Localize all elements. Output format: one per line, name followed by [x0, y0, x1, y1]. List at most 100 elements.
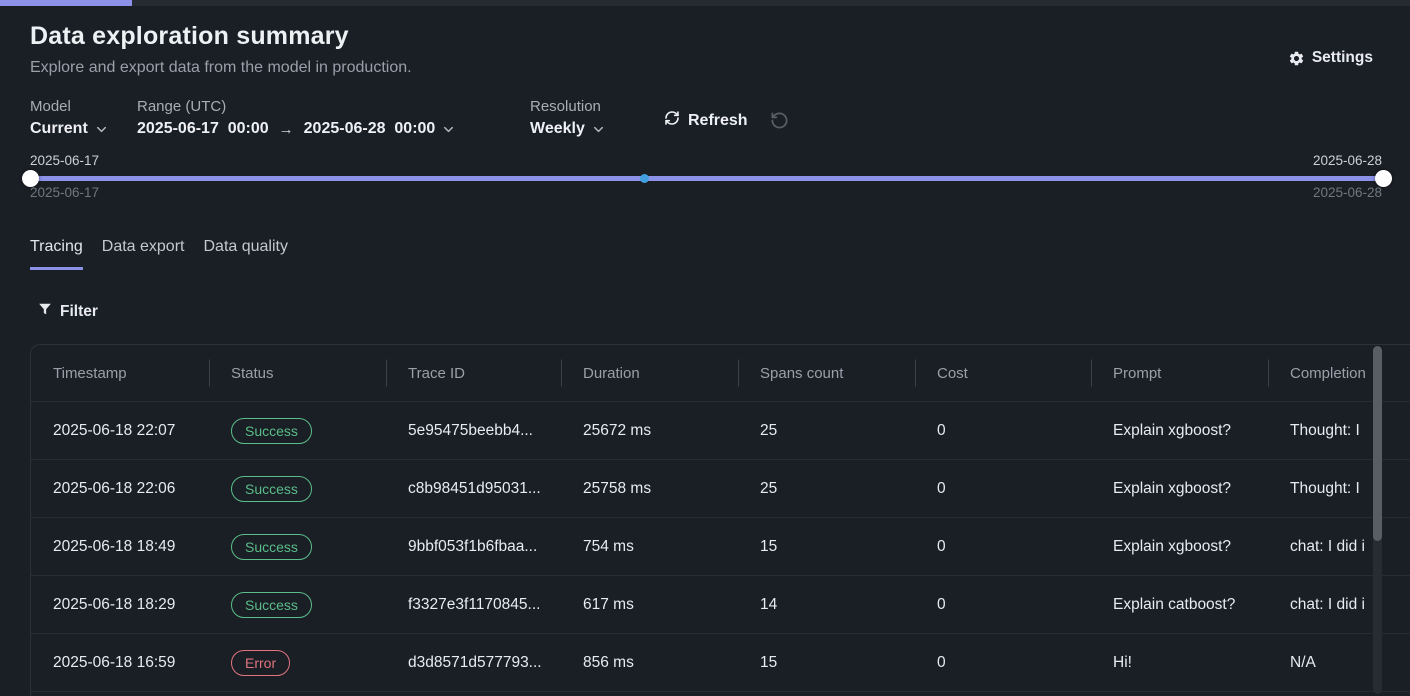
cell-trace-id: d3d8571d577793...	[386, 654, 561, 672]
page-subtitle: Explore and export data from the model i…	[30, 59, 412, 77]
tab-bar: Tracing Data export Data quality	[30, 238, 288, 270]
model-select[interactable]: Current	[30, 120, 109, 138]
traces-table: Timestamp Status Trace ID Duration Spans…	[30, 344, 1410, 696]
cell-timestamp: 2025-06-18 22:06	[31, 480, 209, 498]
slider-start-label-bottom: 2025-06-17	[30, 185, 99, 200]
refresh-button[interactable]: Refresh	[664, 110, 748, 131]
cell-trace-id: f3327e3f1170845...	[386, 596, 561, 614]
status-badge: Success	[231, 476, 312, 502]
filter-toggle[interactable]: Filter	[38, 302, 98, 321]
cell-cost: 0	[915, 596, 1091, 614]
column-header-duration[interactable]: Duration	[561, 345, 738, 401]
slider-track[interactable]	[30, 176, 1383, 181]
table-row[interactable]: 2025-06-18 22:07 Success 5e95475beebb4..…	[31, 401, 1410, 459]
range-start-value: 2025-06-17 00:00	[137, 120, 269, 138]
cell-trace-id: c8b98451d95031...	[386, 480, 561, 498]
cell-completion: chat: I did i	[1268, 596, 1410, 614]
tab-data-quality[interactable]: Data quality	[203, 238, 288, 270]
cell-status: Error	[209, 650, 386, 676]
cell-spans-count: 25	[738, 422, 915, 440]
page-title: Data exploration summary	[30, 22, 349, 51]
column-header-status[interactable]: Status	[209, 345, 386, 401]
cell-spans-count: 14	[738, 596, 915, 614]
range-control: Range (UTC) 2025-06-17 00:00 → 2025-06-2…	[137, 98, 456, 138]
settings-button[interactable]: Settings	[1288, 49, 1373, 67]
settings-button-label: Settings	[1312, 49, 1373, 67]
slider-end-label-top: 2025-06-28	[1313, 153, 1382, 168]
cell-duration: 856 ms	[561, 654, 738, 672]
cell-status: Success	[209, 592, 386, 618]
cell-prompt: Explain xgboost?	[1091, 480, 1268, 498]
chevron-down-icon	[591, 122, 606, 137]
column-header-completion[interactable]: Completion	[1268, 345, 1410, 401]
refresh-button-label: Refresh	[688, 112, 748, 130]
cell-completion: Thought: I	[1268, 422, 1410, 440]
column-header-timestamp[interactable]: Timestamp	[31, 345, 209, 401]
table-row-partial	[31, 691, 1410, 696]
cell-timestamp: 2025-06-18 18:49	[31, 538, 209, 556]
slider-midpoint-marker	[640, 174, 649, 183]
gear-icon	[1288, 50, 1305, 67]
range-label: Range (UTC)	[137, 98, 456, 115]
resolution-select[interactable]: Weekly	[530, 120, 606, 138]
resolution-select-value: Weekly	[530, 120, 585, 138]
cell-cost: 0	[915, 422, 1091, 440]
cell-completion: Thought: I	[1268, 480, 1410, 498]
cell-completion: N/A	[1268, 654, 1410, 672]
refresh-icon	[664, 110, 680, 131]
cell-trace-id: 5e95475beebb4...	[386, 422, 561, 440]
model-control: Model Current	[30, 98, 109, 138]
cell-timestamp: 2025-06-18 22:07	[31, 422, 209, 440]
status-badge: Success	[231, 534, 312, 560]
cell-cost: 0	[915, 480, 1091, 498]
model-label: Model	[30, 98, 109, 115]
arrow-right-icon: →	[275, 121, 298, 138]
cell-completion: chat: I did i	[1268, 538, 1410, 556]
filter-toggle-label: Filter	[60, 303, 98, 321]
range-select[interactable]: 2025-06-17 00:00 → 2025-06-28 00:00	[137, 120, 456, 138]
column-header-prompt[interactable]: Prompt	[1091, 345, 1268, 401]
cell-status: Success	[209, 476, 386, 502]
filter-icon	[38, 302, 52, 321]
table-header-row: Timestamp Status Trace ID Duration Spans…	[31, 345, 1410, 401]
undo-icon	[770, 118, 789, 133]
reset-button[interactable]	[770, 111, 789, 133]
table-scrollbar-thumb[interactable]	[1373, 346, 1382, 541]
model-select-value: Current	[30, 120, 88, 138]
cell-cost: 0	[915, 654, 1091, 672]
cell-status: Success	[209, 534, 386, 560]
cell-prompt: Explain xgboost?	[1091, 538, 1268, 556]
chevron-down-icon	[94, 122, 109, 137]
tab-data-export[interactable]: Data export	[102, 238, 185, 270]
cell-spans-count: 25	[738, 480, 915, 498]
table-row[interactable]: 2025-06-18 18:49 Success 9bbf053f1b6fbaa…	[31, 517, 1410, 575]
table-row[interactable]: 2025-06-18 22:06 Success c8b98451d95031.…	[31, 459, 1410, 517]
table-row[interactable]: 2025-06-18 18:29 Success f3327e3f1170845…	[31, 575, 1410, 633]
cell-timestamp: 2025-06-18 16:59	[31, 654, 209, 672]
cell-duration: 754 ms	[561, 538, 738, 556]
cell-duration: 617 ms	[561, 596, 738, 614]
column-header-trace-id[interactable]: Trace ID	[386, 345, 561, 401]
range-end-value: 2025-06-28 00:00	[304, 120, 436, 138]
table-row[interactable]: 2025-06-18 16:59 Error d3d8571d577793...…	[31, 633, 1410, 691]
cell-spans-count: 15	[738, 654, 915, 672]
cell-prompt: Hi!	[1091, 654, 1268, 672]
cell-prompt: Explain catboost?	[1091, 596, 1268, 614]
status-badge: Error	[231, 650, 290, 676]
status-badge: Success	[231, 592, 312, 618]
resolution-label: Resolution	[530, 98, 606, 115]
column-header-cost[interactable]: Cost	[915, 345, 1091, 401]
top-progress-track	[0, 0, 1410, 6]
cell-prompt: Explain xgboost?	[1091, 422, 1268, 440]
tab-tracing[interactable]: Tracing	[30, 238, 83, 270]
status-badge: Success	[231, 418, 312, 444]
cell-duration: 25672 ms	[561, 422, 738, 440]
cell-timestamp: 2025-06-18 18:29	[31, 596, 209, 614]
column-header-spans-count[interactable]: Spans count	[738, 345, 915, 401]
cell-duration: 25758 ms	[561, 480, 738, 498]
slider-start-label-top: 2025-06-17	[30, 153, 99, 168]
slider-end-label-bottom: 2025-06-28	[1313, 185, 1382, 200]
cell-status: Success	[209, 418, 386, 444]
resolution-control: Resolution Weekly	[530, 98, 606, 138]
top-progress-fill	[0, 0, 132, 6]
